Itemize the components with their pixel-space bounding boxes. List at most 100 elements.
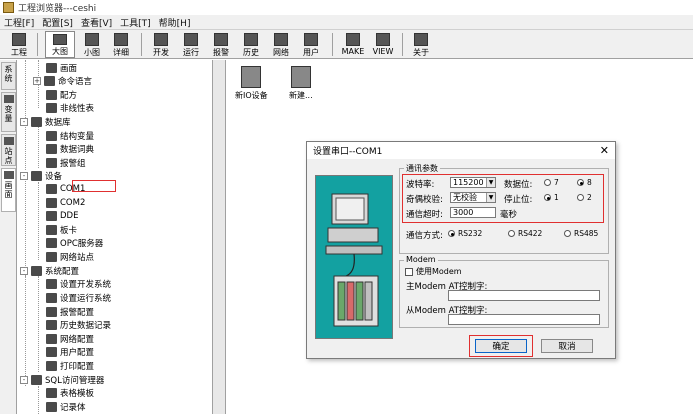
tree-item-run-system-settings[interactable]: 设置运行系统 <box>46 291 111 304</box>
tree-label: 设置开发系统 <box>60 279 112 290</box>
tree-item-struct-variables[interactable]: 结构变量 <box>46 129 94 142</box>
rs485-radio[interactable]: RS485 <box>564 229 598 238</box>
side-tabs: 系统 变量 站点 画面 <box>0 60 17 414</box>
tree-item-print-config[interactable]: 打印配置 <box>46 359 94 372</box>
master-at-input[interactable] <box>448 290 600 301</box>
comm-params-label: 通讯参数 <box>404 163 440 174</box>
details-icon <box>114 33 128 46</box>
sql-icon <box>31 374 42 385</box>
toolbar-separator <box>402 33 403 56</box>
toolbar-develop-button[interactable]: 开发 <box>148 31 174 58</box>
tree-item-data-dictionary[interactable]: 数据词典 <box>46 142 94 155</box>
chevron-down-icon: ▼ <box>486 178 495 187</box>
timeout-value: 3000 <box>453 208 474 217</box>
slave-at-input[interactable] <box>448 314 600 325</box>
toolbar-label: 小图 <box>84 48 100 57</box>
tree-line <box>25 176 26 276</box>
stopbits-2-radio[interactable]: 2 <box>577 193 592 202</box>
tree-item-system-config[interactable]: - 系统配置 <box>20 264 79 277</box>
databits-8-radio[interactable]: 8 <box>577 178 592 187</box>
tree-item-record[interactable]: 记录体 <box>46 400 86 413</box>
radio-label: RS232 <box>458 229 483 238</box>
toolbar-label: 用户 <box>303 48 319 57</box>
toolbar-project-button[interactable]: 工程 <box>6 31 32 58</box>
new-io-device-item[interactable]: 新IO设备 <box>235 66 268 101</box>
collapse-icon[interactable]: - <box>20 266 28 275</box>
tree-item-alarm-config[interactable]: 报警配置 <box>46 305 94 318</box>
use-modem-checkbox[interactable]: 使用Modem <box>405 266 462 277</box>
large-icons-icon <box>53 34 67 45</box>
run-icon <box>184 33 198 46</box>
menu-tools[interactable]: 工具[T] <box>120 16 151 29</box>
checkbox-box <box>405 267 413 276</box>
side-tab-stations[interactable]: 站点 <box>1 134 16 166</box>
close-icon[interactable]: ✕ <box>600 144 609 157</box>
tree-item-board[interactable]: 板卡 <box>46 223 77 236</box>
radio-label: 7 <box>554 178 559 187</box>
toolbar-run-button[interactable]: 运行 <box>178 31 204 58</box>
alarm-icon <box>214 33 228 46</box>
stopbits-1-radio[interactable]: 1 <box>544 193 559 202</box>
new-item[interactable]: 新建... <box>289 66 313 101</box>
screen-icon <box>46 62 57 73</box>
tree-item-opc-server[interactable]: OPC服务器 <box>46 236 103 249</box>
tree-item-nonlinear-table[interactable]: 非线性表 <box>46 101 94 114</box>
tree-item-alarm-group[interactable]: 报警组 <box>46 156 86 169</box>
radio-label: 8 <box>587 178 592 187</box>
pane-splitter[interactable] <box>212 60 226 414</box>
toolbar-large-icons-button[interactable]: 大图 <box>45 31 75 58</box>
timeout-label: 通信超时: <box>406 210 443 220</box>
tree-item-user-config[interactable]: 用户配置 <box>46 345 94 358</box>
modem-group: Modem 使用Modem 主Modem AT控制字: 从Modem AT控制字… <box>399 255 609 328</box>
side-tab-screens[interactable]: 画面 <box>1 168 16 212</box>
tree-item-recipe[interactable]: 配方 <box>46 88 77 101</box>
side-tab-variables[interactable]: 变量 <box>1 92 16 132</box>
rs232-radio[interactable]: RS232 <box>448 229 482 238</box>
parity-select[interactable]: 无校验 ▼ <box>450 192 496 203</box>
settings-icon <box>46 278 57 289</box>
side-tab-label: 系统 <box>4 65 13 83</box>
expand-icon[interactable]: + <box>33 76 41 85</box>
toolbar-make-button[interactable]: MAKE <box>339 31 367 58</box>
tree-item-history-logging[interactable]: 历史数据记录 <box>46 318 111 331</box>
collapse-icon[interactable]: - <box>20 375 28 384</box>
toolbar-view-button[interactable]: VIEW <box>370 31 396 58</box>
collapse-icon[interactable]: - <box>20 171 28 180</box>
dialog-title-bar: 设置串口--COM1 ✕ <box>307 142 615 159</box>
toolbar-network-button[interactable]: 网络 <box>268 31 294 58</box>
collapse-icon[interactable]: - <box>20 117 28 126</box>
toolbar-separator <box>332 33 333 56</box>
baud-select[interactable]: 115200 ▼ <box>450 177 496 188</box>
tree-item-command-language[interactable]: + 命令语言 <box>33 74 92 87</box>
tree-item-com2[interactable]: COM2 <box>46 196 85 209</box>
tree-item-screens[interactable]: 画面 <box>46 61 77 74</box>
tree-item-sql-manager[interactable]: - SQL访问管理器 <box>20 373 104 386</box>
tree-item-network-config[interactable]: 网络配置 <box>46 332 94 345</box>
tree-item-table-template[interactable]: 表格模板 <box>46 386 94 399</box>
ok-button[interactable]: 确定 <box>475 339 527 353</box>
toolbar-history-button[interactable]: 历史 <box>238 31 264 58</box>
tree-item-devices[interactable]: - 设备 <box>20 169 62 182</box>
tree-item-dde[interactable]: DDE <box>46 209 78 222</box>
database-icon <box>31 116 42 127</box>
toolbar-label: 历史 <box>243 48 259 57</box>
toolbar-user-button[interactable]: 用户 <box>298 31 324 58</box>
toolbar-small-icons-button[interactable]: 小图 <box>79 31 105 58</box>
tree-item-database[interactable]: - 数据库 <box>20 115 71 128</box>
menu-help[interactable]: 帮助[H] <box>159 16 191 29</box>
toolbar-about-button[interactable]: 关于 <box>408 31 434 58</box>
databits-7-radio[interactable]: 7 <box>544 178 559 187</box>
toolbar-alarm-button[interactable]: 报警 <box>208 31 234 58</box>
tree-item-network-stations[interactable]: 网络站点 <box>46 250 94 263</box>
cancel-button[interactable]: 取消 <box>541 339 593 353</box>
menu-view[interactable]: 查看[V] <box>81 16 112 29</box>
rs422-radio[interactable]: RS422 <box>508 229 542 238</box>
network-config-icon <box>46 333 57 344</box>
app-icon <box>3 2 14 13</box>
menu-config[interactable]: 配置[S] <box>42 16 73 29</box>
toolbar-details-button[interactable]: 详细 <box>108 31 134 58</box>
timeout-input[interactable]: 3000 <box>450 207 496 218</box>
menu-project[interactable]: 工程[F] <box>4 16 34 29</box>
side-tab-system[interactable]: 系统 <box>1 62 16 90</box>
tree-item-dev-system-settings[interactable]: 设置开发系统 <box>46 277 111 290</box>
